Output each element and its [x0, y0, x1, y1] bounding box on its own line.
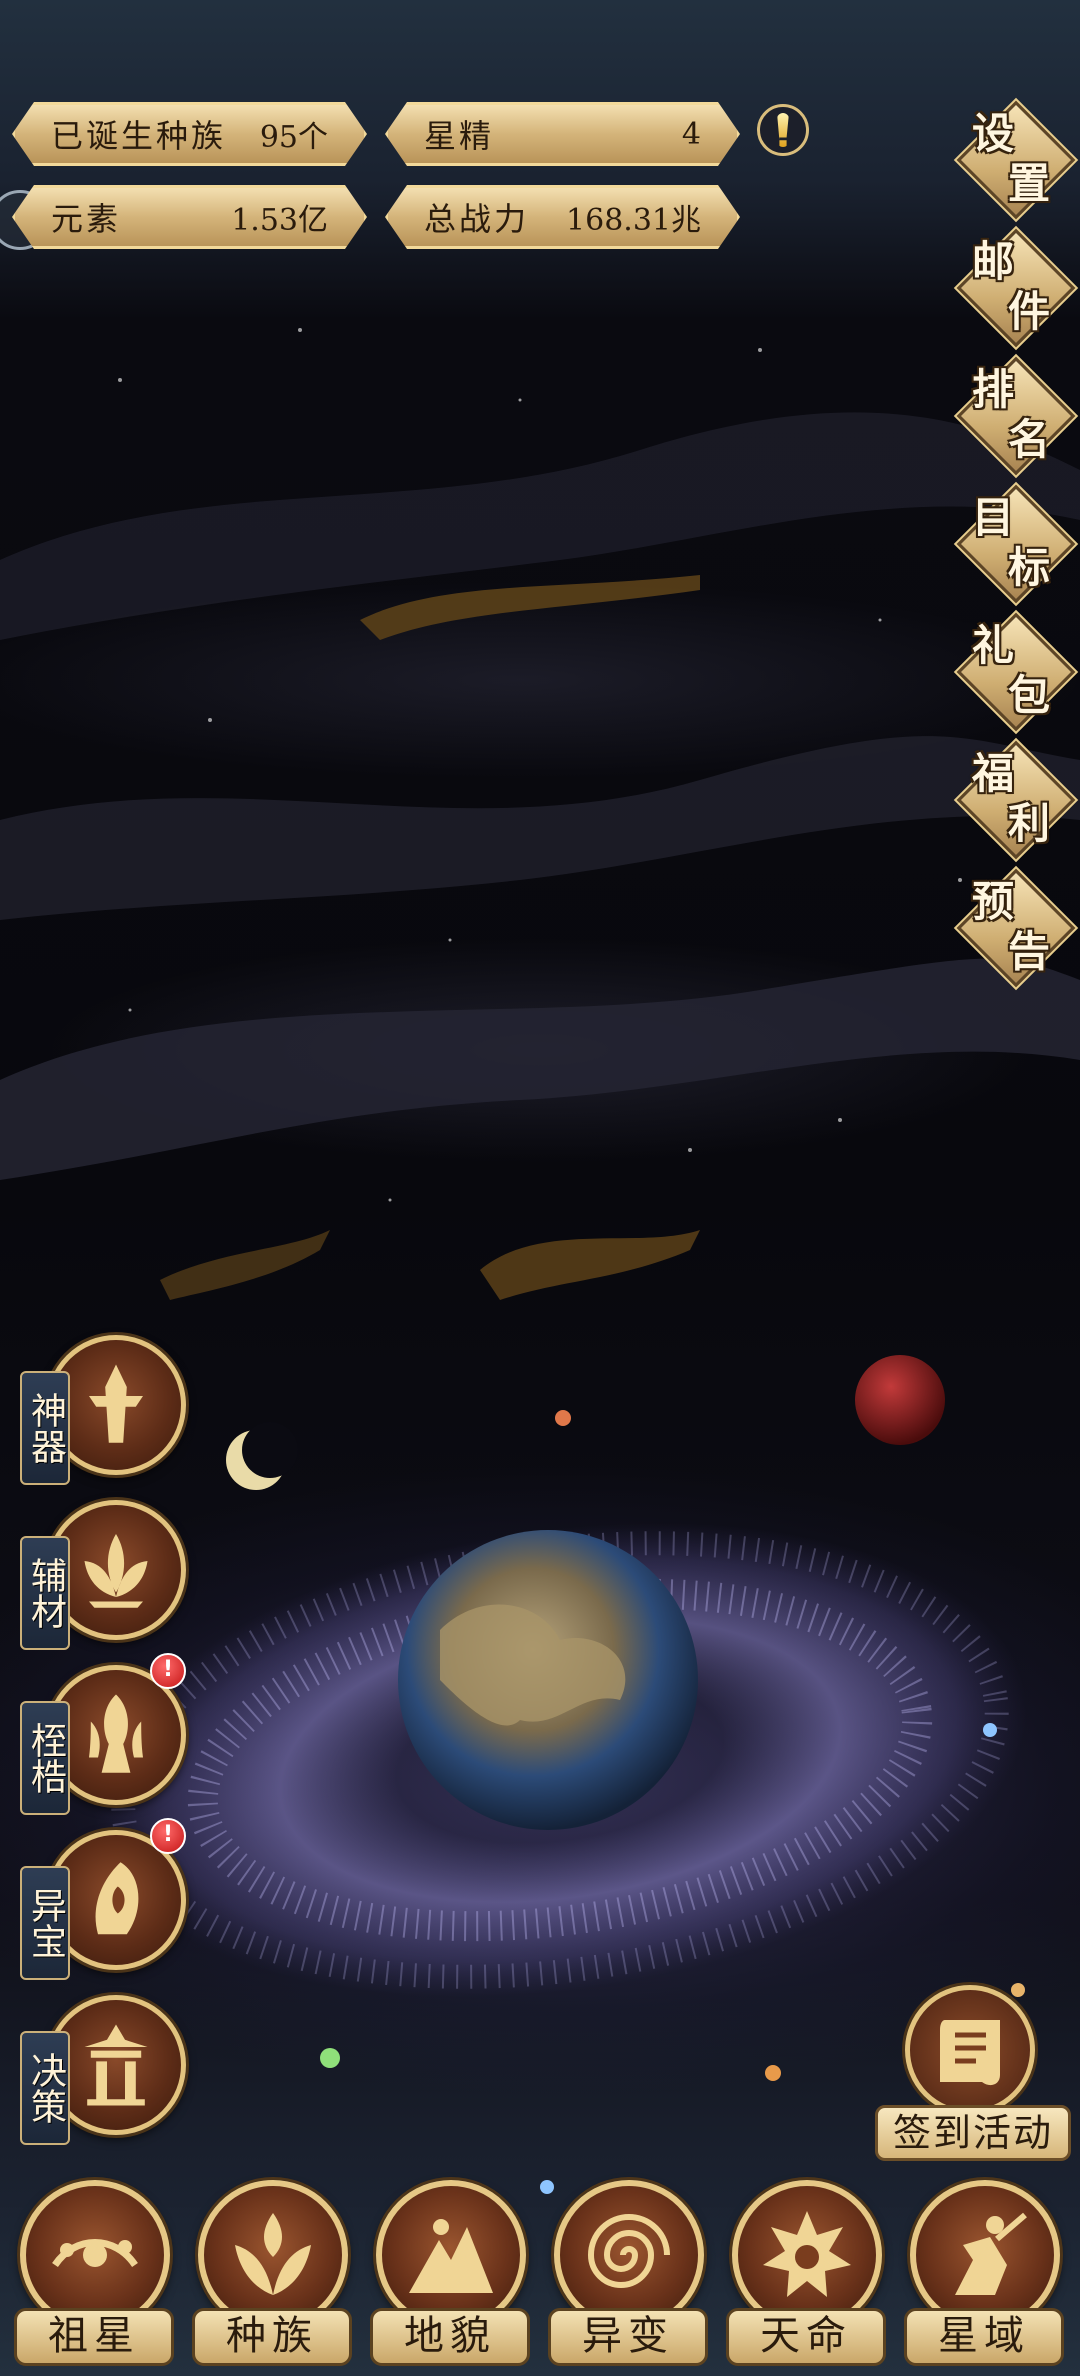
nav-mutation-label: 异变: [548, 2308, 708, 2366]
element-bar[interactable]: 元素 1.53亿: [12, 185, 367, 249]
auxiliary-button[interactable]: 辅材: [20, 1500, 186, 1650]
goals-char-2: 标: [1008, 543, 1051, 592]
nav-destiny-label: 天命: [726, 2308, 886, 2366]
goals-button[interactable]: 目 标: [956, 484, 1076, 604]
treasure-label: 异宝: [20, 1866, 70, 1980]
decision-label: 决策: [20, 2031, 70, 2145]
red-planet[interactable]: [855, 1355, 945, 1445]
decision-button[interactable]: 决策: [20, 1995, 186, 2145]
shackles-label: 桎梏: [20, 1701, 70, 1815]
welfare-char-2: 利: [1008, 799, 1051, 848]
artifact-button[interactable]: 神器: [20, 1335, 186, 1485]
gift-pack-button[interactable]: 礼 包: [956, 612, 1076, 732]
nav-ancestor-star[interactable]: 祖星: [10, 2180, 178, 2376]
essence-label: 星精: [424, 117, 495, 155]
scroll-icon: [905, 1985, 1035, 2115]
treasure-button[interactable]: 异宝 !: [20, 1818, 186, 1980]
nav-mutation[interactable]: 异变: [544, 2180, 712, 2376]
preview-char-2: 告: [1008, 927, 1051, 976]
preview-button[interactable]: 预 告: [956, 868, 1076, 988]
shackles-button[interactable]: 桎梏 !: [20, 1653, 186, 1815]
mail-button[interactable]: 邮 件: [956, 228, 1076, 348]
gift-pack-char-2: 包: [1008, 671, 1051, 720]
settings-char-2: 置: [1008, 159, 1051, 208]
sign-in-activity-button[interactable]: 签到活动: [875, 1985, 1075, 2170]
nav-species-label: 种族: [192, 2308, 352, 2366]
nav-terrain[interactable]: 地貌: [366, 2180, 534, 2376]
star-essence-bar[interactable]: 星精 4: [385, 102, 740, 166]
alert-icon[interactable]: [757, 104, 809, 156]
auxiliary-label: 辅材: [20, 1536, 70, 1650]
species-count-bar[interactable]: 已诞生种族 95个: [12, 102, 367, 166]
total-power-bar[interactable]: 总战力 168.31兆: [385, 185, 740, 249]
ranking-char-2: 名: [1008, 415, 1051, 464]
nav-star-domain-label: 星域: [904, 2308, 1064, 2366]
element-label: 元素: [51, 200, 122, 238]
species-value: 95个: [259, 120, 328, 155]
power-value: 168.31兆: [566, 203, 701, 238]
artifact-label: 神器: [20, 1371, 70, 1485]
element-value: 1.53亿: [231, 203, 328, 238]
nav-terrain-label: 地貌: [370, 2308, 530, 2366]
treasure-alert-badge: !: [150, 1818, 186, 1854]
mail-char-2: 件: [1008, 287, 1051, 336]
species-label: 已诞生种族: [51, 117, 227, 155]
settings-button[interactable]: 设 置: [956, 100, 1076, 220]
shackles-alert-badge: !: [150, 1653, 186, 1689]
welfare-button[interactable]: 福 利: [956, 740, 1076, 860]
power-label: 总战力: [424, 200, 530, 238]
nav-destiny[interactable]: 天命: [722, 2180, 890, 2376]
nav-species[interactable]: 种族: [188, 2180, 356, 2376]
sign-in-label: 签到活动: [875, 2105, 1071, 2161]
nav-ancestor-star-label: 祖星: [14, 2308, 174, 2366]
nav-star-domain[interactable]: 星域: [900, 2180, 1068, 2376]
essence-value: 4: [681, 116, 701, 152]
ranking-button[interactable]: 排 名: [956, 356, 1076, 476]
